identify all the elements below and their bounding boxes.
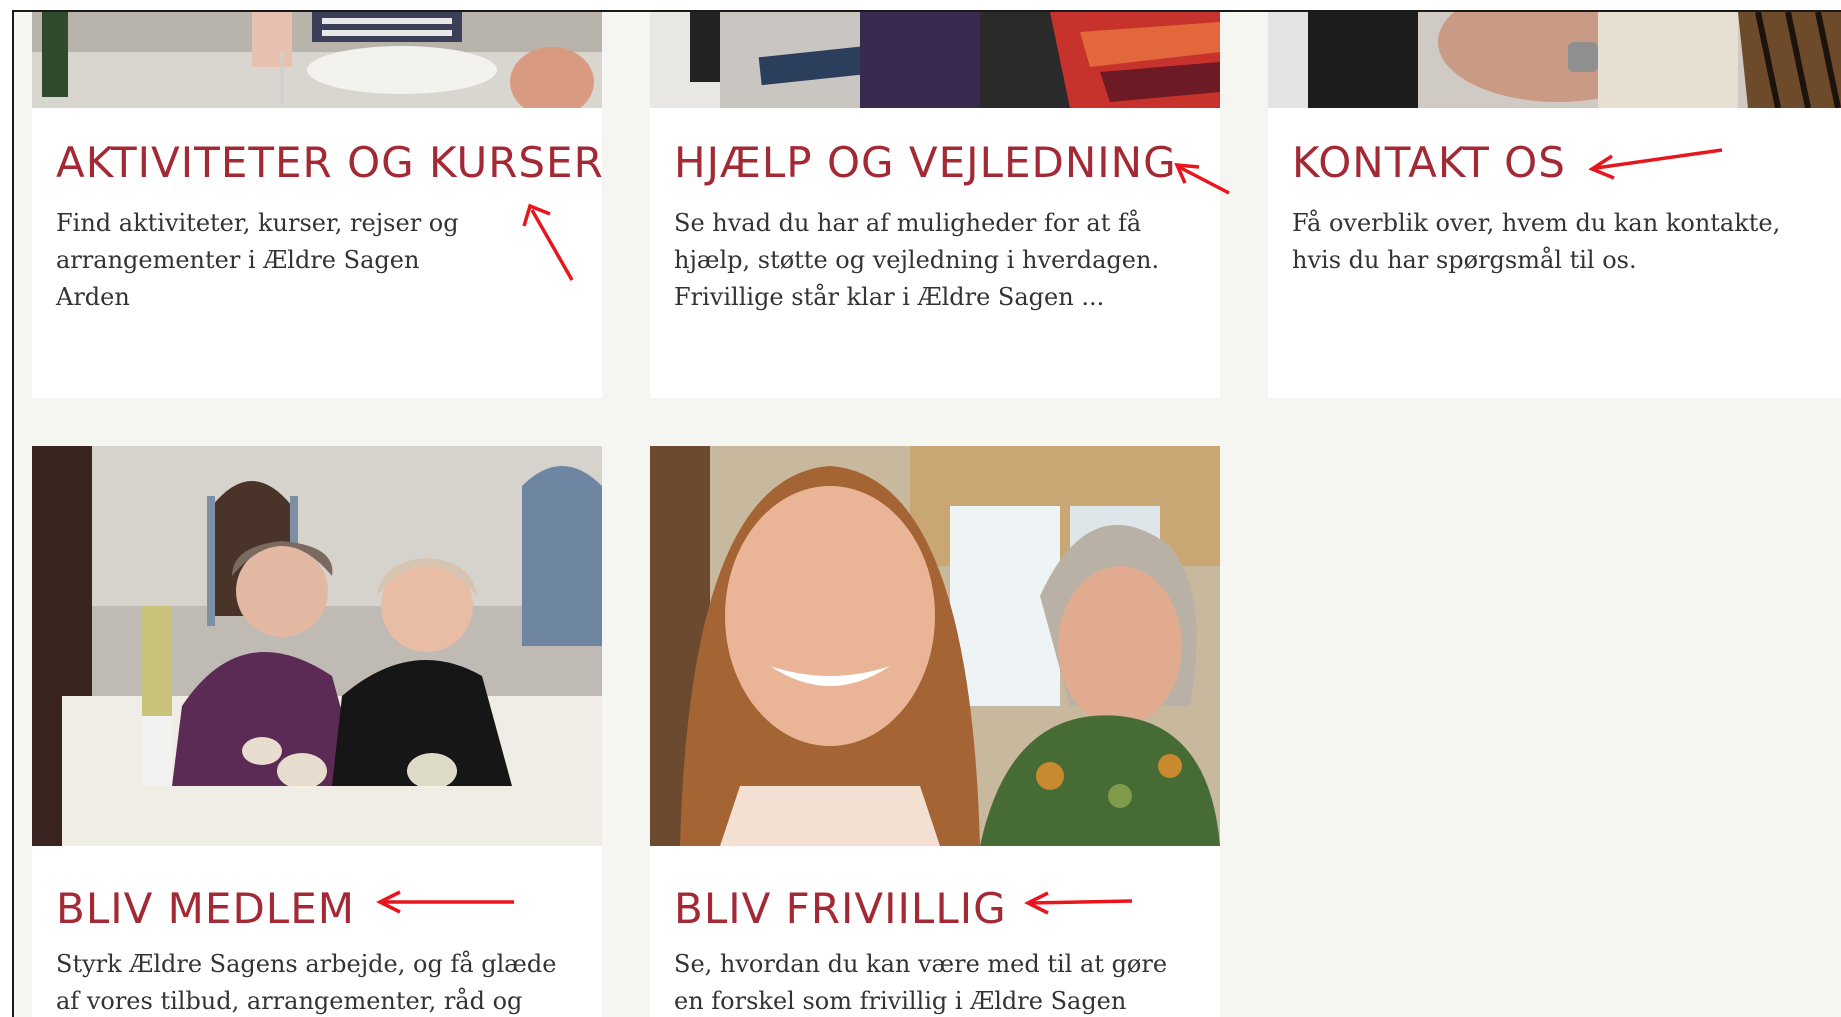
card-bliv-medlem[interactable]: BLIV MEDLEM Styrk Ældre Sagens arbejde, … <box>32 446 602 1017</box>
card-title[interactable]: AKTIVITETER OG KURSER <box>56 138 602 187</box>
card-hjaelp[interactable]: HJÆLP OG VEJLEDNING Se hvad du har af mu… <box>650 12 1220 398</box>
card-image[interactable] <box>1268 12 1841 108</box>
card-description: Få overblik over, hvem du kan kontakte, … <box>1292 209 1781 274</box>
annotation-arrow-bliv-frivillig <box>1024 891 1133 915</box>
card-description: Styrk Ældre Sagens arbejde, og få glæde … <box>56 950 557 1015</box>
annotation-arrow-bliv-medlem <box>376 890 514 914</box>
page-frame: AKTIVITETER OG KURSER Find aktiviteter, … <box>12 10 1841 1017</box>
card-title[interactable]: BLIV FRIVIILLIG <box>674 884 1007 933</box>
annotation-arrow-hjaelp <box>1174 162 1230 195</box>
annotation-arrow-kontakt <box>1588 148 1723 180</box>
card-title[interactable]: HJÆLP OG VEJLEDNING <box>674 138 1177 187</box>
card-kontakt[interactable]: KONTAKT OS Få overblik over, hvem du kan… <box>1268 12 1841 398</box>
card-description: Find aktiviteter, kurser, rejser og arra… <box>56 209 459 311</box>
card-image[interactable] <box>650 446 1220 846</box>
card-image[interactable] <box>32 12 602 108</box>
card-bliv-frivillig[interactable]: BLIV FRIVIILLIG Se, hvordan du kan være … <box>650 446 1220 1017</box>
annotation-arrow-aktiviteter <box>522 203 574 281</box>
card-title[interactable]: KONTAKT OS <box>1292 138 1566 187</box>
card-image[interactable] <box>650 12 1220 108</box>
card-image[interactable] <box>32 446 602 846</box>
card-description: Se hvad du har af muligheder for at få h… <box>674 209 1160 311</box>
card-title[interactable]: BLIV MEDLEM <box>56 884 355 933</box>
card-description: Se, hvordan du kan være med til at gøre … <box>674 950 1168 1015</box>
